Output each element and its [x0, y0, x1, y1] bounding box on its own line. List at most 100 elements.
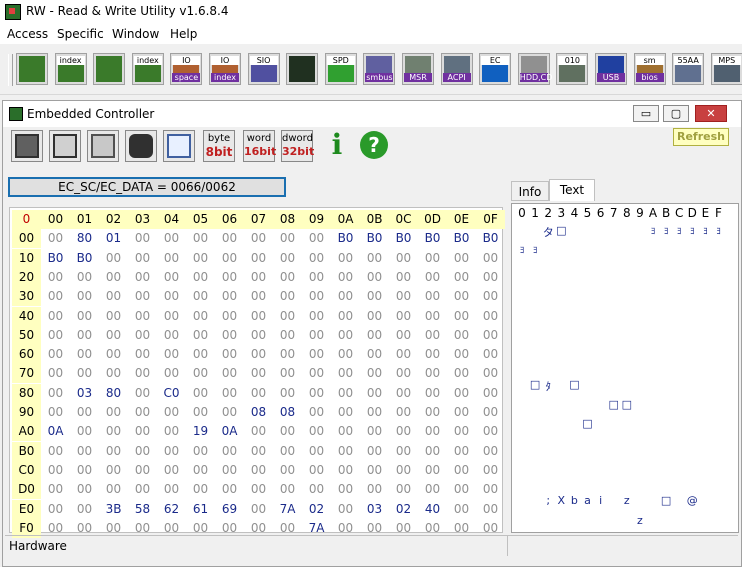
hex-cell[interactable]: 00	[331, 461, 360, 480]
hex-cell[interactable]: 00	[476, 268, 505, 287]
hex-cell[interactable]: 00	[215, 326, 244, 345]
toolbar-button-memory-index[interactable]: index	[131, 53, 164, 85]
hex-cell[interactable]: 00	[476, 364, 505, 383]
hex-cell[interactable]: 00	[476, 249, 505, 268]
hex-cell[interactable]: 00	[273, 249, 302, 268]
hex-cell[interactable]: 00	[389, 345, 418, 364]
hex-cell[interactable]: 00	[186, 287, 215, 306]
hex-cell[interactable]: 00	[215, 249, 244, 268]
hex-cell[interactable]: 00	[244, 345, 273, 364]
hex-cell[interactable]: 00	[41, 345, 70, 364]
toolbar-button-pci-index[interactable]: index	[54, 53, 87, 85]
hex-cell[interactable]: 00	[360, 480, 389, 499]
hex-cell[interactable]: 00	[215, 403, 244, 422]
hex-cell[interactable]: 00	[302, 307, 331, 326]
hex-cell[interactable]: 00	[41, 442, 70, 461]
hex-cell[interactable]: 00	[360, 326, 389, 345]
hex-cell[interactable]: B0	[476, 229, 505, 248]
hex-cell[interactable]: 00	[157, 345, 186, 364]
toolbar-button-smbus[interactable]: smbus	[363, 53, 396, 85]
hex-cell[interactable]: 00	[360, 345, 389, 364]
compare-button[interactable]	[163, 130, 195, 162]
hex-cell[interactable]: 00	[186, 345, 215, 364]
hex-cell[interactable]: 0A	[215, 422, 244, 441]
hex-cell[interactable]: 00	[186, 249, 215, 268]
hex-cell[interactable]: 00	[273, 422, 302, 441]
hex-cell[interactable]: 00	[331, 500, 360, 519]
hex-cell[interactable]: 80	[70, 229, 99, 248]
hex-cell[interactable]: 00	[331, 326, 360, 345]
hex-cell[interactable]: 00	[244, 480, 273, 499]
hex-cell[interactable]: 00	[273, 345, 302, 364]
hex-cell[interactable]: 00	[418, 307, 447, 326]
hex-cell[interactable]: 00	[418, 422, 447, 441]
hex-cell[interactable]: 00	[215, 480, 244, 499]
byte-view-button[interactable]: byte 8bit	[203, 130, 235, 162]
hex-cell[interactable]: 00	[215, 229, 244, 248]
hex-cell[interactable]: 00	[418, 403, 447, 422]
hex-cell[interactable]: 00	[244, 364, 273, 383]
hex-cell[interactable]: 00	[186, 384, 215, 403]
hex-cell[interactable]: 00	[273, 384, 302, 403]
hex-cell[interactable]: 00	[418, 364, 447, 383]
hex-cell[interactable]: 00	[128, 249, 157, 268]
minimize-button[interactable]: ▭	[633, 105, 659, 122]
hex-cell[interactable]: 00	[215, 287, 244, 306]
hex-cell[interactable]: 00	[41, 480, 70, 499]
hex-cell[interactable]: 00	[302, 268, 331, 287]
hex-cell[interactable]: 00	[389, 326, 418, 345]
hex-cell[interactable]: 00	[157, 287, 186, 306]
hex-cell[interactable]: 00	[99, 461, 128, 480]
hex-cell[interactable]: 00	[447, 345, 476, 364]
hex-cell[interactable]: 00	[302, 480, 331, 499]
hex-cell[interactable]: 00	[389, 403, 418, 422]
hex-cell[interactable]: 19	[186, 422, 215, 441]
hex-cell[interactable]: 00	[244, 249, 273, 268]
hex-cell[interactable]: 00	[476, 287, 505, 306]
hex-cell[interactable]: 00	[447, 384, 476, 403]
hex-cell[interactable]: 00	[476, 442, 505, 461]
toolbar-button-io-space[interactable]: IO space	[170, 53, 203, 85]
toolbar-button-hdd[interactable]: HDD,CD	[517, 53, 552, 85]
hex-cell[interactable]: 00	[99, 307, 128, 326]
hex-cell[interactable]: 61	[186, 500, 215, 519]
hex-cell[interactable]: 00	[157, 268, 186, 287]
hex-cell[interactable]: 00	[302, 461, 331, 480]
hex-cell[interactable]: 00	[99, 364, 128, 383]
hex-cell[interactable]: 00	[447, 249, 476, 268]
hex-cell[interactable]: 00	[418, 326, 447, 345]
hex-cell[interactable]: 00	[273, 307, 302, 326]
hex-cell[interactable]: 00	[389, 249, 418, 268]
hex-cell[interactable]: 00	[360, 307, 389, 326]
hex-cell[interactable]: 00	[186, 480, 215, 499]
hex-cell[interactable]: 00	[302, 403, 331, 422]
toolbar-button-io-index[interactable]: IO index	[209, 53, 241, 85]
hex-cell[interactable]: 00	[302, 364, 331, 383]
hex-cell[interactable]: 00	[41, 268, 70, 287]
hex-cell[interactable]: 00	[70, 268, 99, 287]
hex-cell[interactable]: 08	[273, 403, 302, 422]
hex-cell[interactable]: 00	[273, 229, 302, 248]
hex-cell[interactable]: 00	[70, 326, 99, 345]
hex-cell[interactable]: 00	[215, 461, 244, 480]
hex-cell[interactable]: 00	[418, 384, 447, 403]
hex-cell[interactable]: 00	[215, 442, 244, 461]
hex-cell[interactable]: B0	[70, 249, 99, 268]
hex-cell[interactable]: 00	[447, 422, 476, 441]
hex-cell[interactable]: 00	[360, 442, 389, 461]
hex-cell[interactable]: 00	[70, 307, 99, 326]
hex-cell[interactable]: 00	[244, 268, 273, 287]
hex-cell[interactable]: 00	[128, 384, 157, 403]
hex-cell[interactable]: 00	[128, 480, 157, 499]
hex-cell[interactable]: 00	[418, 461, 447, 480]
hex-cell[interactable]: 00	[389, 268, 418, 287]
hex-cell[interactable]: 00	[389, 422, 418, 441]
hex-cell[interactable]: 00	[70, 461, 99, 480]
hex-cell[interactable]: 00	[331, 403, 360, 422]
hex-cell[interactable]: 00	[215, 345, 244, 364]
hex-cell[interactable]: 00	[389, 384, 418, 403]
hex-cell[interactable]: 00	[70, 480, 99, 499]
hex-cell[interactable]: 00	[41, 403, 70, 422]
hex-cell[interactable]: 00	[99, 480, 128, 499]
hex-cell[interactable]: 00	[244, 326, 273, 345]
